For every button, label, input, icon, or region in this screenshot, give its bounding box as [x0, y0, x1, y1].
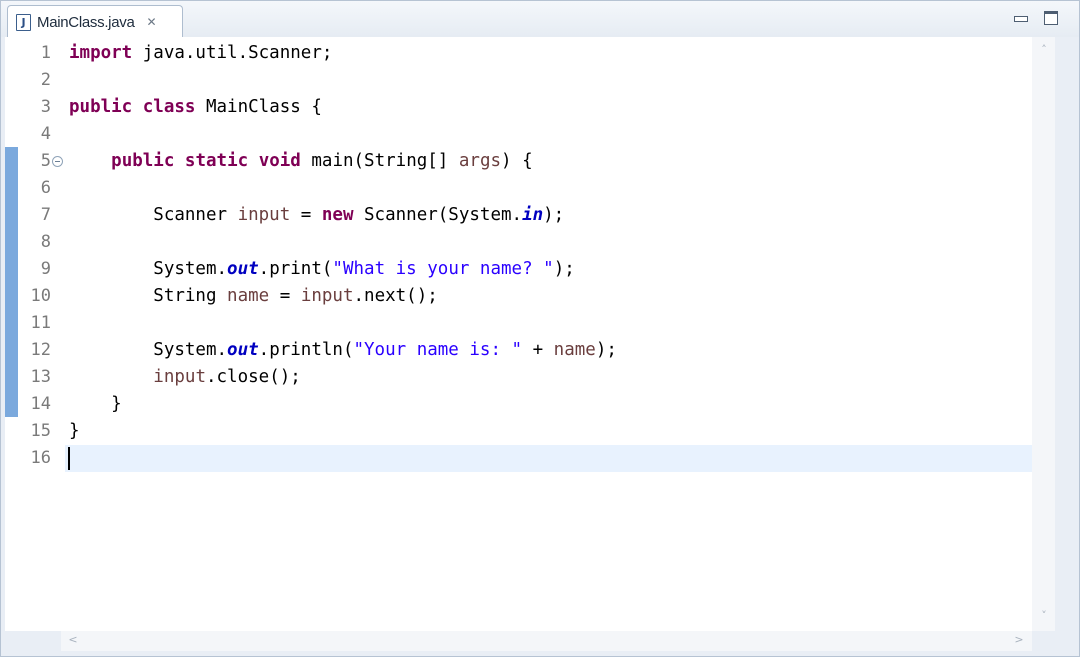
code-token: args: [458, 151, 502, 171]
code-token: );: [553, 259, 575, 279]
line-number: 12: [30, 340, 51, 360]
code-token: );: [543, 205, 565, 225]
line-number: 5: [40, 151, 51, 171]
close-tab-icon[interactable]: ✕: [147, 15, 157, 29]
code-token: .next();: [353, 286, 438, 306]
code-line: }: [69, 391, 122, 418]
code-token: Scanner(System.: [353, 205, 523, 225]
line-number: 2: [40, 70, 51, 90]
code-token: out: [227, 340, 259, 360]
code-line: String name = input.next();: [69, 283, 438, 310]
code-token: public: [111, 151, 175, 171]
quick-diff-change-bar: [5, 147, 18, 417]
code-token: );: [595, 340, 617, 360]
tab-bar: J MainClass.java ✕: [1, 1, 1079, 38]
code-token: }: [69, 394, 122, 414]
code-text-area[interactable]: import java.util.Scanner; public class Ma…: [65, 37, 1033, 631]
code-token: Scanner: [69, 205, 238, 225]
code-token: ) {: [501, 151, 533, 171]
editor-window: J MainClass.java ✕ 1 2 3 4 5 6 7 8 9 10 11 12 13 14 15…: [0, 0, 1080, 657]
code-token: name: [553, 340, 596, 360]
code-line: }: [69, 418, 80, 445]
code-token: input: [237, 205, 291, 225]
line-number: 1: [40, 43, 51, 63]
vertical-scrollbar[interactable]: ˄ ˅: [1032, 37, 1055, 631]
code-token: .print(: [258, 259, 333, 279]
code-token: =: [269, 286, 301, 306]
line-number: 13: [30, 367, 51, 387]
code-token: "What is your name? ": [332, 259, 554, 279]
code-token: MainClass {: [195, 97, 322, 117]
java-file-icon: J: [16, 13, 31, 31]
line-number: 11: [30, 313, 51, 333]
code-token: public: [69, 97, 133, 117]
code-token: .close();: [205, 367, 301, 387]
tab-title: MainClass.java: [37, 13, 135, 31]
code-token: =: [290, 205, 322, 225]
code-token: .println(: [258, 340, 354, 360]
line-number: 14: [30, 394, 51, 414]
maximize-icon[interactable]: [1044, 11, 1058, 25]
line-number: 7: [40, 205, 51, 225]
code-token: new: [321, 205, 354, 225]
text-caret: [68, 447, 70, 470]
line-number: 10: [30, 286, 51, 306]
line-number: 6: [40, 178, 51, 198]
fold-collapse-icon[interactable]: [52, 156, 63, 167]
line-number: 15: [30, 421, 51, 441]
tab-mainclass-java[interactable]: J MainClass.java ✕: [7, 5, 183, 38]
code-token: import: [69, 43, 133, 63]
line-number: 3: [40, 97, 51, 117]
code-token: input: [153, 367, 206, 387]
code-token: }: [69, 421, 80, 441]
code-token: "Your name is: ": [353, 340, 523, 360]
code-editor[interactable]: 1 2 3 4 5 6 7 8 9 10 11 12 13 14 15 16 import java.util…: [5, 37, 1055, 631]
line-number-gutter: 1 2 3 4 5 6 7 8 9 10 11 12 13 14 15 16: [5, 37, 65, 631]
code-token: in: [522, 205, 544, 225]
scroll-up-icon[interactable]: ˄: [1036, 43, 1052, 56]
code-token: void: [258, 151, 301, 171]
horizontal-scrollbar[interactable]: < >: [61, 631, 1032, 651]
line-number: 9: [40, 259, 51, 279]
code-line: Scanner input = new Scanner(System.in);: [69, 202, 564, 229]
line-number: 8: [40, 232, 51, 252]
code-token: name: [227, 286, 270, 306]
minimize-icon[interactable]: [1013, 11, 1028, 25]
line-number: 4: [40, 124, 51, 144]
code-token: static: [184, 151, 249, 171]
code-line: import java.util.Scanner;: [69, 40, 332, 67]
code-token: out: [227, 259, 259, 279]
code-token: String: [69, 286, 228, 306]
line-number: 16: [30, 448, 51, 468]
current-line-highlight: [65, 445, 1033, 472]
scroll-right-icon[interactable]: >: [1011, 633, 1027, 646]
code-token: main(String[]: [300, 151, 459, 171]
scroll-down-icon[interactable]: ˅: [1036, 609, 1052, 622]
code-token: java.util.Scanner;: [132, 43, 333, 63]
code-token: +: [522, 340, 554, 360]
scroll-left-icon[interactable]: <: [65, 633, 81, 646]
code-line: System.out.print("What is your name? ");: [69, 256, 575, 283]
code-line: public static void main(String[] args) {: [69, 148, 533, 175]
code-token: System.: [69, 259, 228, 279]
code-line: input.close();: [69, 364, 301, 391]
code-line: System.out.println("Your name is: " + na…: [69, 337, 617, 364]
code-token: class: [142, 97, 196, 117]
code-line: public class MainClass {: [69, 94, 322, 121]
code-token: input: [300, 286, 354, 306]
code-token: System.: [69, 340, 228, 360]
